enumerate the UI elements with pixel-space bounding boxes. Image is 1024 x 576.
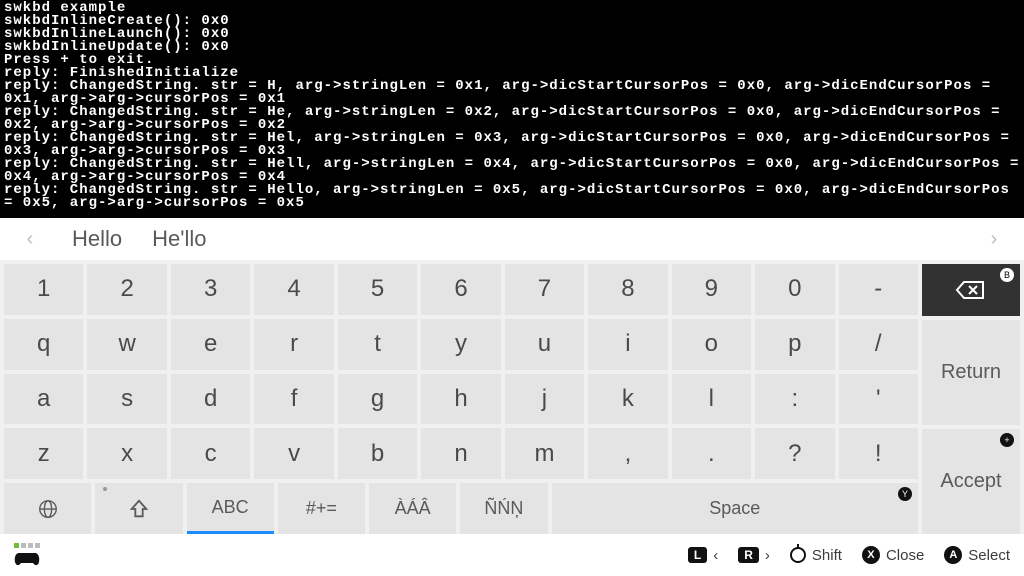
key-0[interactable]: 0 [755,264,834,315]
key--[interactable]: - [839,264,918,315]
key-a[interactable]: a [4,374,83,425]
mode-accent1-key[interactable]: ÀÁÂ [369,483,456,534]
stick-icon [790,547,806,563]
b-badge-icon: B [1000,268,1014,282]
key-w[interactable]: w [87,319,166,370]
key-l[interactable]: l [672,374,751,425]
key-j[interactable]: j [505,374,584,425]
mode-symbols-key[interactable]: #+= [278,483,365,534]
shift-key[interactable] [95,483,182,534]
key-:[interactable]: : [755,374,834,425]
key-![interactable]: ! [839,428,918,479]
key-6[interactable]: 6 [421,264,500,315]
key-4[interactable]: 4 [254,264,333,315]
y-badge-icon: Y [898,487,912,501]
on-screen-keyboard: 1234567890- qwertyuiop/ asdfghjkl:' zxcv… [0,260,1024,534]
key-t[interactable]: t [338,319,417,370]
key-g[interactable]: g [338,374,417,425]
return-key[interactable]: Return [922,320,1020,425]
key-i[interactable]: i [588,319,667,370]
suggestion-prev-icon[interactable]: ‹ [18,228,42,251]
key-1[interactable]: 1 [4,264,83,315]
accept-key[interactable]: Accept + [922,429,1020,534]
key-h[interactable]: h [421,374,500,425]
controller-icon [14,550,40,568]
mode-abc-key[interactable]: ABC [187,483,274,534]
key-p[interactable]: p [755,319,834,370]
key-s[interactable]: s [87,374,166,425]
suggestion-bar: ‹ Hello He'llo › [0,218,1024,260]
hint-close: XClose [862,546,924,564]
plus-badge-icon: + [1000,433,1014,447]
key-d[interactable]: d [171,374,250,425]
key-3[interactable]: 3 [171,264,250,315]
hint-select: ASelect [944,546,1010,564]
suggestion-2[interactable]: He'llo [152,226,206,252]
key-/[interactable]: / [839,319,918,370]
key-8[interactable]: 8 [588,264,667,315]
terminal-output: swkbd example swkbdInlineCreate(): 0x0 s… [0,0,1024,218]
space-key[interactable]: Space Y [552,483,918,534]
key-z[interactable]: z [4,428,83,479]
globe-key[interactable] [4,483,91,534]
hint-r: R› [738,547,770,564]
key-e[interactable]: e [171,319,250,370]
key-x[interactable]: x [87,428,166,479]
key-9[interactable]: 9 [672,264,751,315]
key-c[interactable]: c [171,428,250,479]
hint-l: L‹ [688,547,718,564]
key-r[interactable]: r [254,319,333,370]
suggestion-1[interactable]: Hello [72,226,122,252]
key-2[interactable]: 2 [87,264,166,315]
key-v[interactable]: v [254,428,333,479]
key-'[interactable]: ' [839,374,918,425]
hint-shift: Shift [790,547,842,564]
key-q[interactable]: q [4,319,83,370]
key-y[interactable]: y [421,319,500,370]
key-u[interactable]: u [505,319,584,370]
key-5[interactable]: 5 [338,264,417,315]
mode-accent2-key[interactable]: ÑŃŅ [460,483,547,534]
suggestion-next-icon[interactable]: › [982,228,1006,251]
key-?[interactable]: ? [755,428,834,479]
key-7[interactable]: 7 [505,264,584,315]
key-.[interactable]: . [672,428,751,479]
key-n[interactable]: n [421,428,500,479]
key-b[interactable]: b [338,428,417,479]
key-o[interactable]: o [672,319,751,370]
key-f[interactable]: f [254,374,333,425]
backspace-key[interactable]: B [922,264,1020,316]
key-k[interactable]: k [588,374,667,425]
hint-bar: L‹ R› Shift XClose ASelect [0,534,1024,576]
key-m[interactable]: m [505,428,584,479]
key-,[interactable]: , [588,428,667,479]
